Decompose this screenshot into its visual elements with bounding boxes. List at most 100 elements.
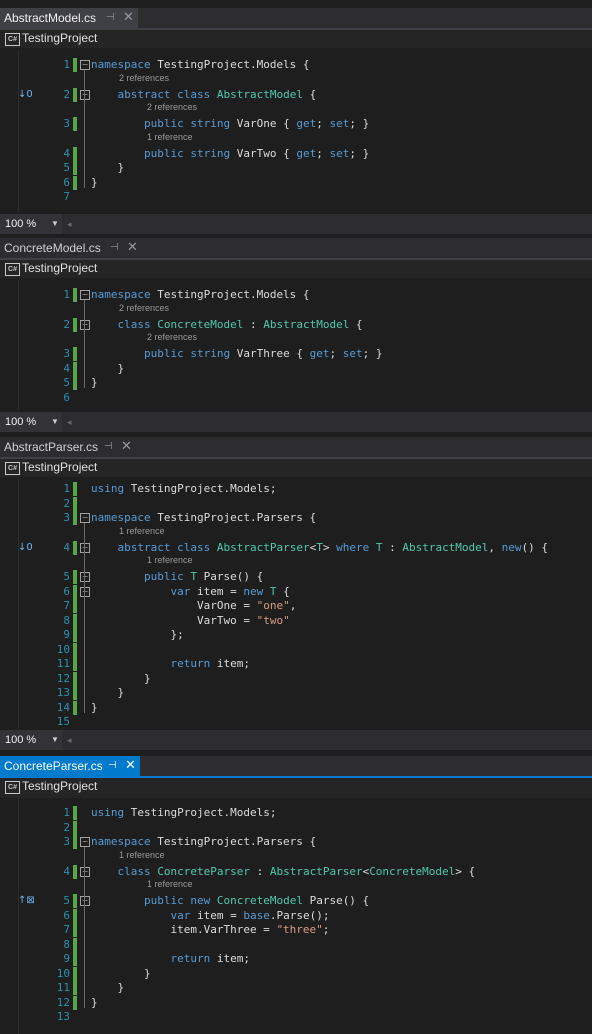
code-text[interactable]: abstract class AbstractParser<T> where T… [91,541,549,555]
code-text[interactable]: namespace TestingProject.Models { [91,288,310,302]
collapse-icon[interactable]: − [80,319,90,330]
code-text[interactable]: using TestingProject.Models; [91,806,276,820]
code-text[interactable]: item.VarThree = "three"; [91,923,329,937]
code-text[interactable]: var item = base.Parse(); [91,909,329,923]
code-line[interactable]: 1 using TestingProject.Models; [0,806,592,820]
code-text[interactable]: return item; [91,952,250,966]
code-text[interactable]: } [91,686,124,700]
pin-icon[interactable]: ⊣ [104,437,113,457]
code-text[interactable]: class ConcreteModel : AbstractModel { [91,318,363,332]
code-line[interactable]: 6 [0,391,592,405]
code-line[interactable]: 9 return item; [0,952,592,966]
collapse-icon[interactable]: − [80,513,90,523]
close-icon[interactable]: ✕ [123,7,134,27]
code-text[interactable]: class ConcreteParser : AbstractParser<Co… [91,865,476,879]
code-text[interactable]: VarTwo = "two" [91,614,290,628]
code-line[interactable]: 13 [0,1010,592,1024]
codelens-references-link[interactable]: 1 reference [147,132,193,143]
code-line[interactable]: 1 using TestingProject.Models; [0,482,592,496]
code-line[interactable]: 2− ↓0 abstract class AbstractModel { [0,87,592,102]
code-line[interactable]: 10 } [0,966,592,981]
tab-abstract-model[interactable]: AbstractModel.cs ⊣ ✕ [0,8,138,28]
code-line[interactable]: 1− namespace TestingProject.Models { [0,58,592,72]
close-icon[interactable]: ✕ [121,436,132,456]
code-line[interactable]: 5 } [0,161,592,175]
collapse-icon[interactable]: − [80,837,90,847]
code-text[interactable]: public T Parse() { [91,570,263,584]
code-text[interactable]: public string VarOne { get; set; } [91,117,369,131]
codelens-references-link[interactable]: 2 references [147,102,197,113]
code-line[interactable]: 3 public string VarThree { get; set; } [0,347,592,361]
codelens-references-link[interactable]: 1 reference [147,879,193,890]
collapse-icon[interactable]: − [80,866,90,877]
code-line[interactable]: 5− public T Parse() { [0,570,592,584]
code-line[interactable]: 12 } [0,671,592,686]
code-text[interactable]: } [91,701,98,715]
code-text[interactable]: VarOne = "one", [91,599,296,613]
codelens-references-link[interactable]: 1 reference [119,850,165,861]
code-line[interactable]: 3− namespace TestingProject.Parsers { [0,835,592,849]
code-text[interactable]: namespace TestingProject.Parsers { [91,511,316,525]
code-line[interactable]: 15 [0,715,592,729]
close-icon[interactable]: ✕ [127,237,138,257]
project-bar[interactable]: C# TestingProject [0,778,592,798]
collapse-icon[interactable]: − [80,290,90,300]
code-text[interactable]: } [91,996,98,1010]
zoom-dropdown[interactable]: 100 % ▼ [0,730,62,750]
code-line[interactable]: 8 [0,937,592,952]
code-line[interactable]: 5} [0,376,592,390]
code-line[interactable]: 6} [0,175,592,190]
pin-icon[interactable]: ⊣ [106,8,115,28]
codelens-references-link[interactable]: 1 reference [147,555,193,566]
zoom-dropdown[interactable]: 100 % ▼ [0,214,62,234]
code-text[interactable]: namespace TestingProject.Parsers { [91,835,316,849]
code-text[interactable]: using TestingProject.Models; [91,482,276,496]
code-editor[interactable]: 1− namespace TestingProject.Models { 2 ref… [0,280,592,410]
inheritance-glyph-icon[interactable]: ↑⊠ [18,894,35,908]
collapse-icon[interactable]: − [80,586,90,597]
code-text[interactable]: var item = new T { [91,585,289,599]
codelens-references-link[interactable]: 1 reference [119,526,165,537]
code-line[interactable]: 7 [0,190,592,204]
code-line[interactable]: 14} [0,700,592,715]
code-line[interactable]: 2 [0,820,592,835]
code-editor[interactable]: 1− namespace TestingProject.Models {2 ref… [0,50,592,212]
code-line[interactable]: 10 [0,642,592,657]
inheritance-glyph-icon[interactable]: ↓0 [18,88,33,102]
code-line[interactable]: 7 VarOne = "one", [0,599,592,613]
collapse-icon[interactable]: − [80,60,90,70]
code-text[interactable]: public string VarTwo { get; set; } [91,147,369,161]
collapse-icon[interactable]: − [80,542,90,553]
project-bar[interactable]: C# TestingProject [0,258,592,278]
code-line[interactable]: 4− ↓0 abstract class AbstractParser<T> wh… [0,540,592,555]
code-text[interactable]: } [91,981,124,995]
code-text[interactable]: public string VarThree { get; set; } [91,347,382,361]
project-bar[interactable]: C# TestingProject [0,457,592,477]
code-line[interactable]: 13 } [0,686,592,700]
code-line[interactable]: 11 return item; [0,657,592,671]
code-line[interactable]: 6 var item = base.Parse(); [0,908,592,923]
code-line[interactable]: 3 public string VarOne { get; set; } [0,117,592,131]
code-text[interactable]: } [91,967,151,981]
pin-icon[interactable]: ⊣ [110,238,119,258]
code-text[interactable]: } [91,176,98,190]
close-icon[interactable]: ✕ [125,755,136,775]
collapse-icon[interactable]: − [80,572,90,582]
code-text[interactable]: }; [91,628,183,642]
code-text[interactable]: } [91,362,124,376]
collapse-icon[interactable]: − [80,89,90,100]
code-line[interactable]: 12} [0,995,592,1010]
code-text[interactable]: public new ConcreteModel Parse() { [91,894,369,908]
code-text[interactable]: } [91,672,151,686]
code-text[interactable]: } [91,161,124,175]
codelens-references-link[interactable]: 2 references [147,332,197,343]
codelens-references-link[interactable]: 2 references [119,73,169,84]
code-editor[interactable]: 1 using TestingProject.Models; 2 3− namespac… [0,479,592,730]
code-line[interactable]: 4 } [0,361,592,376]
code-line[interactable]: 3− namespace TestingProject.Parsers { [0,511,592,525]
code-line[interactable]: 4 public string VarTwo { get; set; } [0,146,592,161]
code-line[interactable]: 9 }; [0,628,592,642]
code-text[interactable]: } [91,376,98,390]
code-line[interactable]: 1− namespace TestingProject.Models { [0,288,592,302]
code-text[interactable]: abstract class AbstractModel { [91,88,317,102]
